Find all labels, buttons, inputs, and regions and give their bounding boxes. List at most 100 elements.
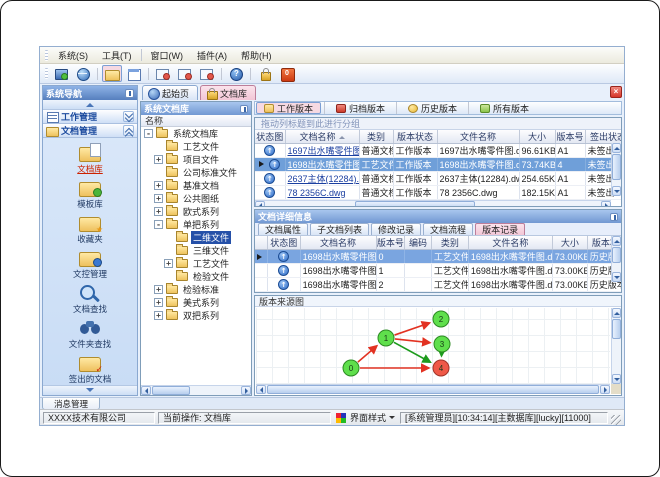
detail-tab-5[interactable]: 版本记录	[475, 223, 526, 235]
table-row[interactable]: ↑1698出水嘴零件图.dwg工艺文件工作版本1698出水嘴零件图.dwg73.…	[255, 157, 621, 172]
expander-plus-icon[interactable]: +	[154, 155, 163, 164]
scroll-right-icon[interactable]	[601, 201, 611, 206]
all-version-button[interactable]: 所有版本	[472, 102, 537, 114]
table-row[interactable]: ↑1697出水嘴零件图.dwg普通文档工作版本1697出水嘴零件图.dwg96.…	[255, 143, 621, 158]
column-header[interactable]: 签出状态	[585, 130, 621, 144]
graph-vertical-scrollbar[interactable]	[611, 308, 621, 384]
table-row[interactable]: ↑2637主体(12284).dwg普通文档工作版本2637主体(12284).…	[255, 171, 621, 186]
tree-node-11[interactable]: + 工艺文件	[141, 257, 251, 270]
version-node-4[interactable]: 4	[432, 359, 450, 377]
detail-tab-2[interactable]: 子文档列表	[310, 223, 370, 235]
tree-node-5[interactable]: + 基准文档	[141, 179, 251, 192]
column-header[interactable]: 版本号	[376, 236, 406, 250]
scrollbar-thumb[interactable]	[152, 386, 190, 395]
document-table-horizontal-scrollbar[interactable]	[255, 200, 611, 206]
column-header[interactable]: 文档名称	[285, 130, 360, 144]
detail-tab-4[interactable]: 文档流程	[423, 223, 474, 235]
exit-button[interactable]	[277, 65, 297, 82]
scroll-up-icon[interactable]	[612, 143, 621, 153]
sidebar-item-5[interactable]: 文档查找	[43, 283, 137, 315]
column-header[interactable]: 文件名称	[468, 236, 553, 250]
column-header[interactable]: 类别	[431, 236, 469, 250]
sidebar-item-1[interactable]: 文档库	[43, 143, 137, 175]
scroll-down-icon[interactable]	[612, 272, 621, 282]
tree-node-9[interactable]: 二维文件	[141, 231, 251, 244]
tab-2[interactable]: 文档库	[200, 85, 257, 100]
expander-plus-icon[interactable]: +	[154, 181, 163, 190]
expander-plus-icon[interactable]: +	[154, 194, 163, 203]
doc-name-cell[interactable]: 2637主体(12284).dwg	[285, 171, 360, 186]
expander-minus-icon[interactable]: -	[154, 220, 163, 229]
globe-button[interactable]	[73, 65, 93, 82]
scrollbar-thumb[interactable]	[612, 154, 621, 180]
menu-item-5[interactable]: 帮助(H)	[234, 48, 279, 63]
expander-minus-icon[interactable]: -	[144, 129, 153, 138]
tree-node-2[interactable]: 工艺文件	[141, 140, 251, 153]
sidebar-item-4[interactable]: 文控管理	[43, 248, 137, 280]
column-header[interactable]: 文件名称	[437, 130, 520, 144]
scroll-right-icon[interactable]	[241, 386, 251, 395]
resize-grip[interactable]	[611, 415, 621, 425]
version-node-2[interactable]: 2	[432, 310, 450, 328]
scroll-left-icon[interactable]	[255, 201, 265, 206]
sidebar-group-1[interactable]: 工作管理	[43, 110, 137, 124]
table-row[interactable]: ↑1698出水嘴零件图.dwg2工艺文件1698出水嘴零件图.dwg73.00K…	[255, 277, 621, 292]
sidebar-group-2[interactable]: 文档管理	[43, 124, 137, 138]
doc-name-link[interactable]: 1698出水嘴零件图.dwg	[288, 160, 359, 170]
window-add-button[interactable]	[153, 65, 173, 82]
tree-node-8[interactable]: - 单把系列	[141, 218, 251, 231]
menu-item-4[interactable]: 插件(A)	[190, 48, 234, 63]
version-node-3[interactable]: 3	[433, 335, 451, 353]
interface-style-button[interactable]: 界面样式	[334, 411, 397, 424]
tree-node-12[interactable]: 检验文件	[141, 270, 251, 283]
document-table-vertical-scrollbar[interactable]	[611, 143, 621, 196]
chevron-down-icon[interactable]	[123, 111, 134, 122]
expander-plus-icon[interactable]: +	[154, 285, 163, 294]
column-header[interactable]: 状态图	[267, 236, 301, 250]
tree-node-6[interactable]: + 公共图纸	[141, 192, 251, 205]
expander-plus-icon[interactable]: +	[154, 298, 163, 307]
doc-name-cell[interactable]: 1697出水嘴零件图.dwg	[285, 143, 360, 158]
tree-node-4[interactable]: 公司标准文件	[141, 166, 251, 179]
layout-button[interactable]	[124, 65, 144, 82]
tree-node-7[interactable]: + 欧式系列	[141, 205, 251, 218]
window-delete-button[interactable]	[197, 65, 217, 82]
menu-item-3[interactable]: 窗口(W)	[144, 48, 191, 63]
tree-node-3[interactable]: + 项目文件	[141, 153, 251, 166]
scroll-up-icon[interactable]	[612, 236, 621, 246]
table-row[interactable]: ↑1698出水嘴零件图.dwg0工艺文件1698出水嘴零件图.dwg73.00K…	[255, 249, 621, 264]
tree-node-1[interactable]: - 系统文档库	[141, 127, 251, 140]
menu-item-1[interactable]: 系统(S)	[51, 48, 95, 63]
version-table-vertical-scrollbar[interactable]	[611, 236, 621, 282]
tree-node-13[interactable]: + 检验标准	[141, 283, 251, 296]
tree-node-10[interactable]: 三维文件	[141, 244, 251, 257]
scroll-down-icon[interactable]	[612, 186, 621, 196]
doc-name-link[interactable]: 2637主体(12284).dwg	[288, 174, 359, 184]
expander-plus-icon[interactable]: +	[164, 259, 173, 268]
expander-plus-icon[interactable]: +	[154, 207, 163, 216]
sidebar-item-3[interactable]: 收藏夹	[43, 213, 137, 245]
archive-version-button[interactable]: 归档版本	[328, 102, 393, 114]
scrollbar-thumb[interactable]	[612, 247, 621, 263]
tree-column-header[interactable]: 名称	[141, 115, 251, 127]
version-node-0[interactable]: 0	[342, 359, 360, 377]
sidebar-item-6[interactable]: 文件夹查找	[43, 318, 137, 350]
column-header[interactable]: 大小	[519, 130, 556, 144]
column-header[interactable]: 大小	[552, 236, 588, 250]
history-version-button[interactable]: 历史版本	[400, 102, 465, 114]
scroll-left-icon[interactable]	[141, 386, 151, 395]
graph-horizontal-scrollbar[interactable]	[256, 384, 610, 394]
pin-icon[interactable]	[240, 104, 248, 113]
doc-name-link[interactable]: 78 2356C.dwg	[288, 188, 346, 198]
version-node-1[interactable]: 1	[377, 329, 395, 347]
tree-node-15[interactable]: + 双把系列	[141, 309, 251, 322]
doc-name-link[interactable]: 1697出水嘴零件图.dwg	[288, 146, 359, 156]
scroll-left-icon[interactable]	[256, 385, 266, 394]
open-folder-button[interactable]	[102, 65, 122, 82]
work-version-button[interactable]: 工作版本	[256, 102, 322, 114]
chevron-up-icon[interactable]	[123, 125, 134, 136]
monitor-button[interactable]	[51, 65, 71, 82]
close-icon[interactable]: ×	[610, 86, 622, 98]
column-header[interactable]: 编码	[404, 236, 432, 250]
table-row[interactable]: ↑1698出水嘴零件图.dwg1工艺文件1698出水嘴零件图.dwg73.00K…	[255, 263, 621, 278]
